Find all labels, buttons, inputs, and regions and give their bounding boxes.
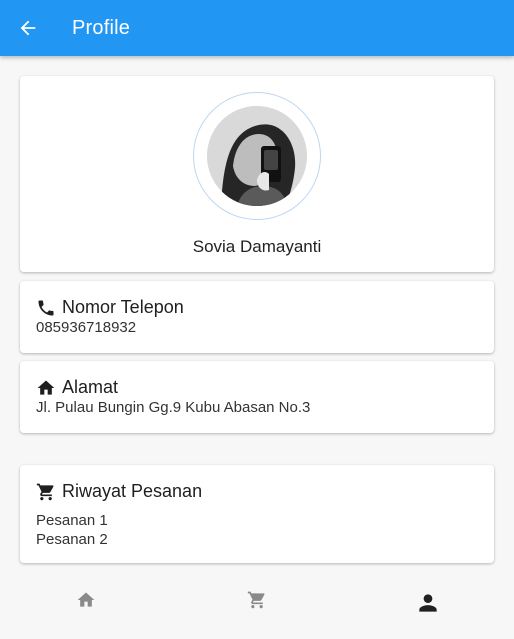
address-header: Alamat [36, 377, 118, 398]
phone-icon [38, 300, 54, 315]
avatar [193, 92, 321, 220]
order-history-card: Riwayat Pesanan Pesanan 1 Pesanan 2 [20, 465, 494, 563]
page-title: Profile [72, 16, 131, 39]
nav-cart-button[interactable] [171, 572, 342, 639]
order-history-header: Riwayat Pesanan [36, 481, 202, 502]
nav-home-button[interactable] [0, 572, 171, 639]
order-history-label: Riwayat Pesanan [62, 481, 203, 501]
app-bar: Profile [0, 0, 514, 56]
address-card: Alamat Jl. Pulau Bungin Gg.9 Kubu Abasan… [20, 361, 494, 433]
avatar-photo [207, 106, 307, 206]
arrow-back-icon [20, 20, 36, 36]
profile-name: Sovia Damayanti [192, 237, 322, 256]
nav-profile-button[interactable] [343, 572, 514, 639]
phone-card: Nomor Telepon 085936718932 [20, 281, 494, 353]
phone-value: 085936718932 [36, 319, 137, 336]
order-list: Pesanan 1 Pesanan 2 [36, 511, 108, 549]
cart-icon [36, 483, 54, 500]
phone-header: Nomor Telepon [36, 297, 184, 318]
back-button[interactable] [0, 0, 56, 56]
order-item[interactable]: Pesanan 1 [36, 511, 108, 530]
person-icon [419, 594, 437, 612]
address-value: Jl. Pulau Bungin Gg.9 Kubu Abasan No.3 [36, 399, 311, 416]
cart-icon [247, 591, 265, 609]
home-icon [37, 380, 55, 395]
address-label: Alamat [62, 377, 119, 397]
profile-card: Sovia Damayanti [20, 76, 494, 272]
phone-label: Nomor Telepon [62, 297, 184, 317]
home-icon [77, 592, 94, 607]
bottom-navigation [0, 572, 514, 639]
order-item[interactable]: Pesanan 2 [36, 530, 108, 549]
